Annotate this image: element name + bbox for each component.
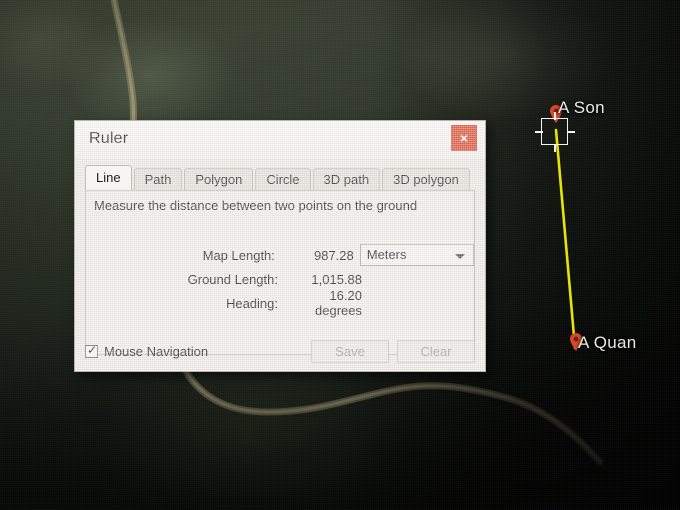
dialog-titlebar[interactable]: Ruler × — [75, 121, 485, 159]
heading-value: 16.20 degrees — [315, 288, 362, 318]
save-button[interactable]: Save — [311, 339, 389, 363]
mouse-navigation-checkbox[interactable]: Mouse Navigation — [85, 343, 209, 359]
dialog-title: Ruler — [89, 130, 129, 147]
tab-panel-line: Measure the distance between two points … — [85, 190, 475, 355]
field-row-map-length: Map Length: 987.28 Meters — [86, 243, 475, 267]
tab-line[interactable]: Line — [85, 165, 132, 190]
dialog-buttons: Save Clear — [311, 339, 475, 363]
dialog-footer: Mouse Navigation Save Clear — [85, 337, 475, 365]
mouse-navigation-label: Mouse Navigation — [104, 343, 209, 359]
ground-length-value: 1,015.88 — [311, 271, 362, 287]
clear-button[interactable]: Clear — [397, 339, 475, 363]
ruler-dialog: Ruler × Line Path Polygon Circle 3D path… — [74, 120, 486, 372]
tab-3d-path[interactable]: 3D path — [312, 168, 381, 190]
map-length-value: 987.28 — [313, 247, 354, 263]
chevron-down-icon — [455, 254, 466, 259]
unit-select[interactable]: Meters — [359, 244, 475, 266]
unit-select-value: Meters — [366, 247, 407, 262]
tab-polygon[interactable]: Polygon — [184, 168, 254, 190]
screen-photo: A Son A Quan Ruler × Line Path Polygon C… — [0, 0, 680, 510]
tab-3d-polygon[interactable]: 3D polygon — [382, 168, 470, 190]
tab-circle[interactable]: Circle — [255, 168, 311, 190]
checkbox-checked-icon — [85, 343, 98, 358]
tab-path[interactable]: Path — [133, 168, 183, 190]
measurement-fields: Map Length: 987.28 Meters Ground Length:… — [86, 243, 475, 318]
panel-description: Measure the distance between two points … — [94, 198, 418, 213]
map-length-label: Map Length: — [202, 247, 275, 263]
tab-bar: Line Path Polygon Circle 3D path 3D poly… — [85, 165, 475, 190]
ground-length-label: Ground Length: — [187, 271, 278, 287]
close-icon[interactable]: × — [451, 125, 477, 151]
heading-label: Heading: — [225, 295, 278, 311]
field-row-heading: Heading: 16.20 degrees — [86, 288, 474, 318]
